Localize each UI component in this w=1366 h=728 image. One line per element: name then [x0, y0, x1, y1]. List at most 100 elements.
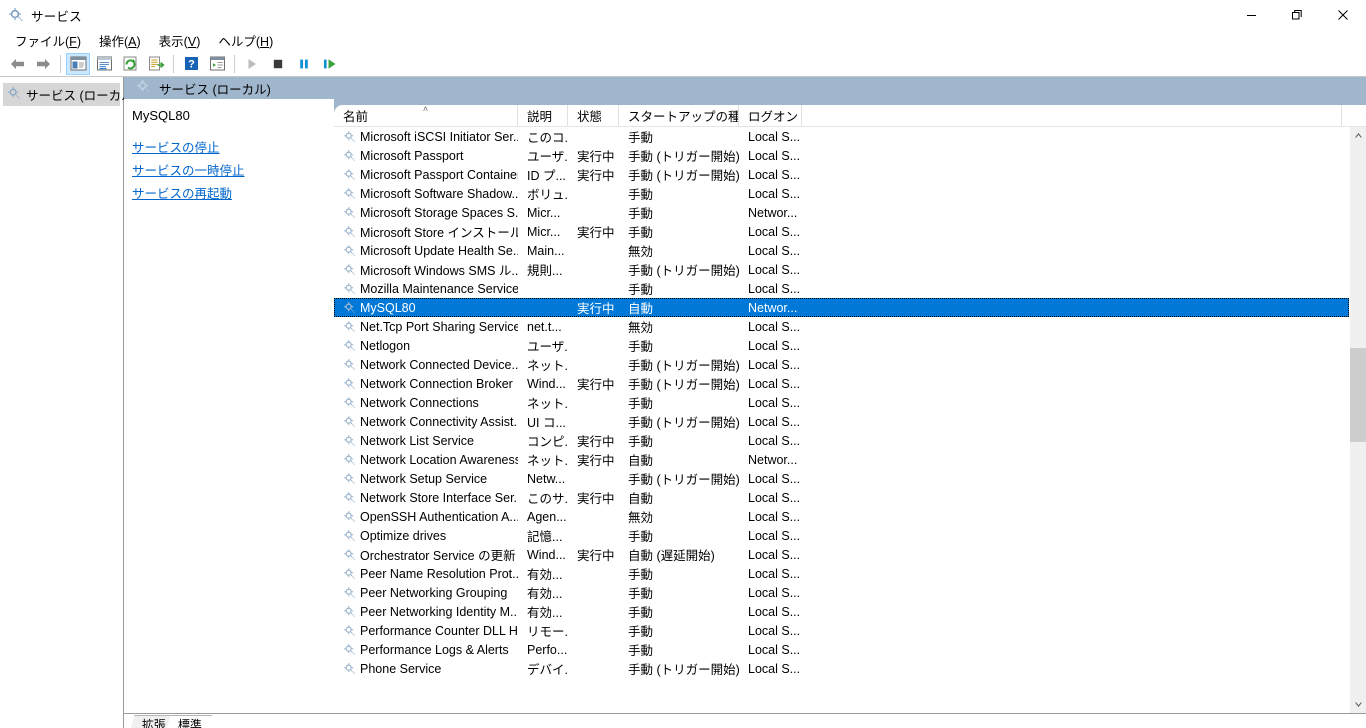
column-header-startup[interactable]: スタートアップの種類	[619, 105, 739, 126]
stop-service-link[interactable]: サービスの停止	[132, 137, 220, 156]
refresh-icon[interactable]	[118, 53, 142, 75]
service-action-links: サービスの停止 サービスの一時停止 サービスの再起動	[132, 137, 334, 202]
service-name-label: Network Location Awareness	[360, 452, 518, 467]
restart-service-icon[interactable]	[318, 53, 342, 75]
scroll-down-icon[interactable]	[1350, 696, 1366, 713]
table-row[interactable]: Phone Service デバイ... 手動 (トリガー開始) Local S...	[334, 659, 1349, 678]
menu-file[interactable]: ファイル(F)	[6, 29, 90, 53]
content-pane: サービス (ローカル) MySQL80 サービスの停止 サービスの一時停止 サー…	[124, 77, 1366, 728]
service-gear-icon	[343, 206, 356, 219]
pause-service-link[interactable]: サービスの一時停止	[132, 160, 245, 179]
cell-startup-type: 手動	[628, 644, 654, 658]
table-row[interactable]: Peer Name Resolution Prot... 有効... 手動 Local…	[334, 564, 1349, 583]
table-row[interactable]: Network List Service コンピ... 実行中手動 Local S..…	[334, 431, 1349, 450]
scrollbar-track[interactable]	[1350, 144, 1366, 696]
service-gear-icon	[343, 510, 356, 523]
service-name-label: Microsoft Passport Container	[360, 167, 518, 182]
minimize-button[interactable]	[1228, 0, 1274, 30]
cell-logon-as: Networ...	[748, 452, 798, 467]
tab-standard[interactable]: 標準	[165, 715, 213, 728]
menu-action[interactable]: 操作(A)	[90, 29, 150, 53]
table-row[interactable]: Microsoft Windows SMS ル... 規則... 手動 (トリガー開…	[334, 260, 1349, 279]
table-row[interactable]: Net.Tcp Port Sharing Service net.t... 無効 Lo…	[334, 317, 1349, 336]
table-row[interactable]: Network Connection Broker Wind... 実行中 手動 (ト…	[334, 374, 1349, 393]
service-gear-icon	[343, 301, 356, 314]
cell-service-name: Optimize drives	[334, 529, 518, 543]
table-row[interactable]: Network Location Awareness ネット... 実行中自動 Net…	[334, 450, 1349, 469]
table-row[interactable]: Network Connections ネット... 手動 Local S...	[334, 393, 1349, 412]
table-row[interactable]: Peer Networking Grouping 有効... 手動 Local S..…	[334, 583, 1349, 602]
menu-help[interactable]: ヘルプ(H)	[209, 29, 282, 53]
cell-service-name: OpenSSH Authentication A...	[334, 510, 518, 524]
forward-arrow-icon[interactable]	[31, 53, 55, 75]
table-row[interactable]: Microsoft Passport ユーザ... 実行中手動 (トリガー開始) Lo…	[334, 146, 1349, 165]
scroll-up-icon[interactable]	[1350, 127, 1366, 144]
table-row[interactable]: Mozilla Maintenance Service 手動 Local S...	[334, 279, 1349, 298]
menu-view[interactable]: 表示(V)	[150, 29, 210, 53]
back-arrow-icon[interactable]	[5, 53, 29, 75]
table-row[interactable]: Optimize drives 記憶... 手動 Local S...	[334, 526, 1349, 545]
table-row[interactable]: Netlogon ユーザ... 手動 Local S...	[334, 336, 1349, 355]
tree-node-services-local[interactable]: サービス (ローカル)	[3, 83, 138, 106]
selected-service-name: MySQL80	[132, 108, 190, 123]
cell-startup-type: 自動 (遅延開始)	[628, 549, 715, 563]
cell-startup-type: 無効	[628, 245, 654, 259]
service-name-label: Net.Tcp Port Sharing Service	[360, 319, 518, 334]
table-row[interactable]: Orchestrator Service の更新 Wind... 実行中 自動 (遅延…	[334, 545, 1349, 564]
service-name-label: Orchestrator Service の更新	[360, 549, 516, 563]
column-header-state[interactable]: 状態	[568, 105, 619, 126]
show-hide-console-tree-icon[interactable]	[66, 52, 90, 75]
table-row[interactable]: Microsoft Software Shadow... ボリュ... 手動 Loca…	[334, 184, 1349, 203]
table-row[interactable]: Microsoft Storage Spaces S... Micr... 手動 Ne…	[334, 203, 1349, 222]
export-list-icon[interactable]	[144, 53, 168, 75]
column-header-label: ログオン	[748, 110, 799, 124]
cell-service-name: Performance Counter DLL H...	[334, 624, 518, 638]
pause-service-icon[interactable]	[292, 53, 316, 75]
cell-service-name: Netlogon	[334, 339, 518, 353]
properties-icon[interactable]	[92, 53, 116, 75]
service-name-label: Peer Name Resolution Prot...	[360, 566, 518, 581]
table-row[interactable]: Microsoft Update Health Se... Main... 無効 Lo…	[334, 241, 1349, 260]
table-row[interactable]: OpenSSH Authentication A... Agen... 無効 Loca…	[334, 507, 1349, 526]
close-button[interactable]	[1320, 0, 1366, 30]
column-header-label: スタートアップの種類	[628, 110, 738, 124]
help-icon[interactable]: ?	[179, 53, 203, 75]
show-console-tree-icon[interactable]	[205, 53, 229, 75]
table-row[interactable]: Microsoft Store インストール ... Micr... 実行中手動 Lo…	[334, 222, 1349, 241]
restart-service-link[interactable]: サービスの再起動	[132, 183, 232, 202]
cell-startup-type: 手動	[628, 568, 654, 582]
table-row[interactable]: Network Store Interface Ser... このサ... 実行中自…	[334, 488, 1349, 507]
cell-startup-type: 手動	[628, 207, 654, 221]
table-row[interactable]: Network Connectivity Assist... UI コ... 手動 …	[334, 412, 1349, 431]
cell-logon-as: Networ...	[748, 205, 798, 220]
table-row[interactable]: Microsoft Passport Container ID プ... 実行中 手動…	[334, 165, 1349, 184]
table-row[interactable]: Peer Networking Identity M... 有効... 手動 Loca…	[334, 602, 1349, 621]
scrollbar-thumb[interactable]	[1350, 348, 1366, 443]
column-header-desc[interactable]: 説明	[518, 105, 568, 126]
column-header-name[interactable]: 名前 ˄	[334, 105, 518, 126]
table-row[interactable]: Microsoft iSCSI Initiator Ser... このコ... 手動…	[334, 127, 1349, 146]
table-row[interactable]: Network Setup Service Netw... 手動 (トリガー開始) L…	[334, 469, 1349, 488]
table-row[interactable]: Performance Counter DLL H... リモー... 手動 Loca…	[334, 621, 1349, 640]
cell-logon-as: Local S...	[748, 262, 801, 277]
service-gear-icon	[343, 548, 356, 561]
column-header-logon[interactable]: ログオン	[739, 105, 802, 126]
table-row[interactable]: Network Connected Device... ネット... 手動 (トリガ…	[334, 355, 1349, 374]
window-titlebar: サービス	[0, 0, 1366, 30]
service-name-label: MySQL80	[360, 300, 416, 315]
maximize-restore-button[interactable]	[1274, 0, 1320, 30]
table-row[interactable]: MySQL80 実行中 自動 Networ...	[334, 298, 1349, 317]
cell-state: 実行中	[577, 169, 615, 183]
column-header-pad[interactable]	[802, 105, 1342, 126]
cell-startup-type: 手動	[628, 188, 654, 202]
cell-description: UI コ...	[527, 416, 566, 430]
column-header-label: 状態	[577, 110, 603, 124]
table-row[interactable]: Performance Logs & Alerts Perfo... 手動 Local…	[334, 640, 1349, 659]
vertical-scrollbar[interactable]	[1349, 127, 1366, 713]
service-name-label: Network Connection Broker	[360, 376, 513, 391]
start-service-icon[interactable]	[240, 53, 264, 75]
stop-service-icon[interactable]	[266, 53, 290, 75]
service-name-label: Microsoft Storage Spaces S...	[360, 205, 518, 220]
cell-description: ボリュ...	[527, 188, 568, 202]
services-listview: 名前 ˄ 説明 状態 スタートアップの種類ログオン Microsoft iSCSI In…	[334, 105, 1366, 713]
